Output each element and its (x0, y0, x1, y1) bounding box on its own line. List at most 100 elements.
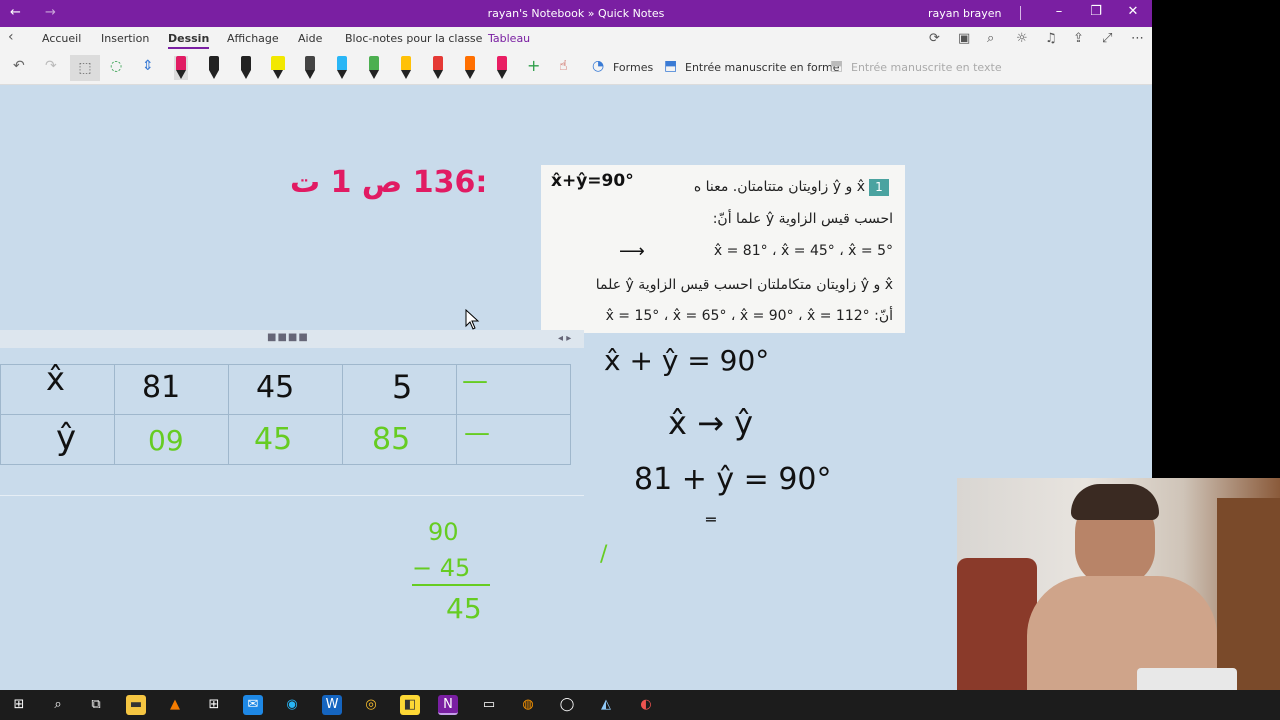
app-icon-5[interactable]: ◐ (636, 695, 656, 715)
add-pen-icon[interactable]: + (527, 56, 540, 75)
select-lasso-icon[interactable]: ⬚ (70, 55, 100, 81)
bell-icon[interactable]: ♫ (1045, 31, 1057, 46)
close-icon[interactable]: ✕ (1123, 4, 1143, 19)
tab-insertion[interactable]: Insertion (101, 32, 149, 45)
search-icon[interactable]: ⌕ (987, 31, 994, 46)
more-options-icon[interactable]: ⋯ (1131, 31, 1144, 46)
notebook-view-icon[interactable]: ▣ (958, 31, 970, 46)
scroll-arrows-icon[interactable]: ◂ ▸ (558, 333, 571, 344)
ribbon: ‹ Accueil Insertion Dessin Affichage Aid… (0, 27, 1152, 85)
shapes-icon[interactable]: ◔ (592, 58, 604, 74)
exercise-number: 1 (869, 179, 889, 196)
drag-handle-icon[interactable]: ■■■■ (267, 332, 309, 343)
exercise-heading: :136 ص 1 ت (290, 165, 488, 200)
tab-accueil[interactable]: Accueil (42, 32, 81, 45)
user-name[interactable]: rayan brayen (928, 7, 1001, 20)
search-icon[interactable]: ⌕ (48, 695, 68, 715)
table-y-hat: ŷ (56, 418, 77, 458)
eraser-pen[interactable] (174, 56, 188, 80)
drawing-toolbar: ↶ ↷ ⬚ ◌ ⇕ + ☝ ◔ Formes ⬒ Entrée manuscri… (0, 53, 1152, 85)
app-icon-2[interactable]: ◍ (518, 695, 538, 715)
pen-black-2[interactable] (239, 56, 253, 80)
table-y-dash: — (464, 418, 490, 448)
touch-draw-icon[interactable]: ☝ (559, 58, 568, 74)
chrome-icon[interactable]: ◎ (361, 695, 381, 715)
app-icon-4[interactable]: ◭ (596, 695, 616, 715)
taskbar: ⊞ ⌕ ⧉ ▬ ▲ ⊞ ✉ ◉ W ◎ ◧ N ▭ ◍ ◯ ◭ ◐ (0, 690, 1280, 720)
title-bar: ← → rayan's Notebook » Quick Notes rayan… (0, 0, 1152, 27)
tab-affichage[interactable]: Affichage (227, 32, 279, 45)
ink-to-shape-icon[interactable]: ⬒ (664, 58, 677, 74)
task-view-icon[interactable]: ⧉ (86, 695, 106, 715)
windows-start-icon[interactable]: ⊞ (9, 695, 29, 715)
word-icon[interactable]: W (322, 695, 342, 715)
store-icon[interactable]: ⊞ (204, 695, 224, 715)
webcam-overlay (957, 478, 1280, 720)
table-y-85: 85 (372, 422, 411, 457)
ribbon-tabs: ‹ Accueil Insertion Dessin Affichage Aid… (0, 27, 1152, 53)
mail-icon[interactable]: ✉ (243, 695, 263, 715)
arrow-annotation: ⟶ (619, 241, 645, 262)
onenote-icon[interactable]: N (438, 695, 458, 715)
book-line-2: احسب قيس الزاوية ŷ علما أنّ: (712, 211, 893, 227)
edge-icon[interactable]: ◉ (282, 695, 302, 715)
ink-to-shape-button[interactable]: Entrée manuscrite en forme (685, 61, 840, 74)
table-x-dash: — (462, 366, 488, 396)
camtasia-icon[interactable]: ◧ (400, 695, 420, 715)
highlighter-yellow[interactable] (271, 56, 285, 80)
work-equation-3: 81 + ŷ = 90° (634, 462, 832, 497)
pen-pink[interactable] (495, 56, 509, 80)
table-x-hat: x̂ (46, 360, 65, 398)
stray-mark: / (600, 542, 608, 567)
undo-icon[interactable]: ↶ (13, 58, 25, 74)
ink-to-text-icon: ⬒ (830, 58, 844, 74)
answer-table-container[interactable]: ■■■■ ◂ ▸ (0, 330, 584, 496)
textbook-image: 1 x̂ و ŷ زاويتان متتامتان. معنا ه x̂+ŷ=9… (541, 165, 905, 333)
book-line-5: أنّ: x̂ = 15° ، x̂ = 65° ، x̂ = 90° ، x̂… (605, 308, 893, 324)
back-chevron-icon[interactable]: ‹ (8, 29, 14, 45)
share-icon[interactable]: ⇪ (1073, 31, 1084, 46)
expand-icon[interactable]: ⤢ (1102, 31, 1112, 46)
app-icon-1[interactable]: ▭ (479, 695, 499, 715)
book-line-1-handwriting: x̂+ŷ=90° (551, 171, 634, 191)
lasso-select-icon[interactable]: ◌ (110, 58, 122, 74)
work-equation-2: x̂ → ŷ (668, 404, 754, 442)
table-x-5: 5 (392, 368, 413, 406)
tab-tableau[interactable]: Tableau (488, 32, 530, 45)
table-x-81: 81 (142, 370, 181, 405)
lightbulb-icon[interactable]: ☼ (1016, 31, 1028, 46)
restore-icon[interactable]: ❐ (1086, 4, 1106, 19)
tab-dessin[interactable]: Dessin (168, 32, 210, 49)
sub-line (412, 584, 490, 586)
insert-space-icon[interactable]: ⇕ (142, 58, 154, 74)
underline-mark: ═ (706, 510, 716, 529)
table-move-bar[interactable]: ■■■■ ◂ ▸ (0, 330, 584, 348)
person-hair (1071, 484, 1159, 520)
sub-top: 90 (428, 518, 459, 546)
sub-middle: − 45 (412, 554, 471, 582)
shapes-button[interactable]: Formes (613, 61, 653, 74)
redo-icon[interactable]: ↷ (45, 58, 57, 74)
minimize-icon[interactable]: – (1049, 4, 1069, 19)
ink-to-text-button: Entrée manuscrite en texte (851, 61, 1002, 74)
pen-gray[interactable] (303, 56, 317, 80)
sub-result: 45 (446, 592, 482, 625)
file-explorer-icon[interactable]: ▬ (126, 695, 146, 715)
book-line-1: x̂ و ŷ زاويتان متتامتان. معنا ه (693, 179, 865, 195)
pen-amber[interactable] (399, 56, 413, 80)
title-separator (1020, 6, 1021, 20)
tab-bloc-notes-classe[interactable]: Bloc-notes pour la classe (345, 32, 482, 45)
work-equation-1: x̂ + ŷ = 90° (604, 344, 770, 377)
vlc-icon[interactable]: ▲ (165, 695, 185, 715)
table-y-09: 09 (148, 424, 184, 457)
book-line-4: x̂ و ŷ زاويتان متكاملتان احسب قيس الزاوي… (595, 277, 893, 293)
sync-icon[interactable]: ⟳ (929, 31, 940, 46)
tab-aide[interactable]: Aide (298, 32, 322, 45)
pen-black-1[interactable] (207, 56, 221, 80)
pen-red[interactable] (431, 56, 445, 80)
mouse-cursor-icon (465, 309, 480, 330)
app-icon-3[interactable]: ◯ (557, 695, 577, 715)
pen-green[interactable] (367, 56, 381, 80)
pen-blue[interactable] (335, 56, 349, 80)
pen-orange[interactable] (463, 56, 477, 80)
